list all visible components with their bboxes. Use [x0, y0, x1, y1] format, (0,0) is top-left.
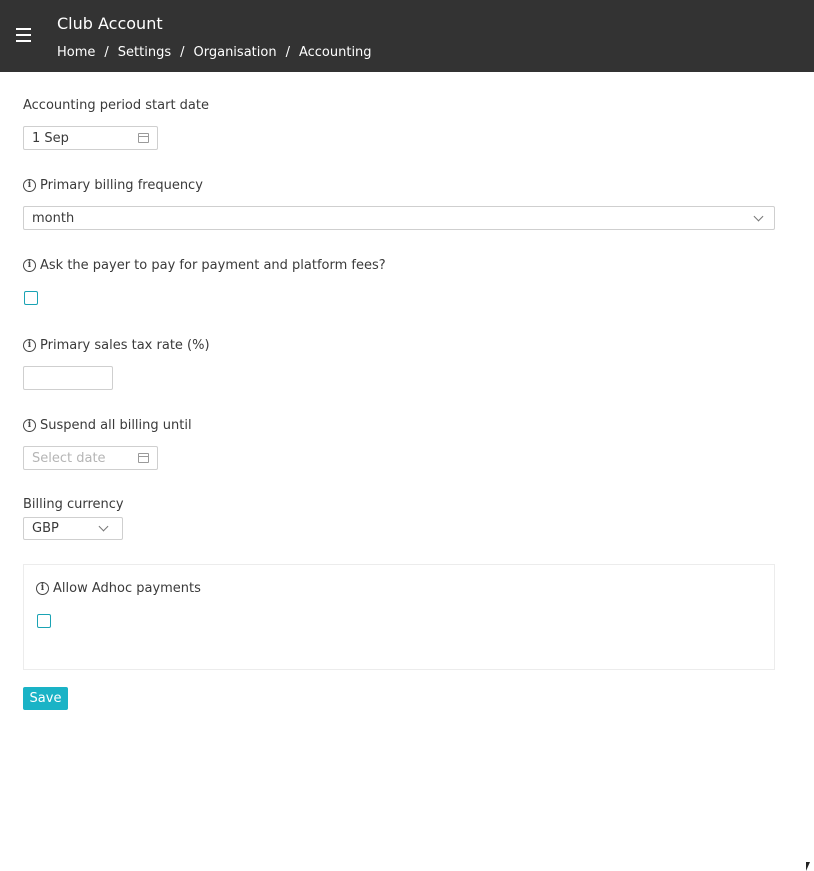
breadcrumb-separator: /: [104, 45, 109, 60]
payer-fees-label-text: Ask the payer to pay for payment and pla…: [40, 258, 386, 273]
period-start-value: 1 Sep: [32, 130, 69, 146]
info-icon[interactable]: i: [36, 582, 49, 595]
info-icon[interactable]: i: [23, 259, 36, 272]
breadcrumb-organisation[interactable]: Organisation: [194, 45, 277, 60]
currency-label: Billing currency: [23, 497, 124, 512]
save-button[interactable]: Save: [23, 687, 68, 710]
payer-fees-checkbox[interactable]: [24, 291, 38, 305]
billing-frequency-select[interactable]: month: [23, 206, 775, 230]
adhoc-payments-checkbox[interactable]: [37, 614, 51, 628]
payer-fees-label: i Ask the payer to pay for payment and p…: [23, 258, 386, 273]
adhoc-label-text: Allow Adhoc payments: [53, 581, 201, 596]
suspend-billing-label: i Suspend all billing until: [23, 418, 192, 433]
breadcrumb-separator: /: [180, 45, 185, 60]
app-header: Club Account Home / Settings / Organisation /…: [0, 0, 814, 72]
chevron-down-icon: [753, 211, 764, 222]
sales-tax-input[interactable]: [23, 366, 113, 390]
hamburger-menu-icon[interactable]: [16, 28, 32, 42]
currency-value: GBP: [32, 521, 59, 536]
mouse-cursor-icon: [806, 862, 810, 871]
adhoc-payments-panel: i Allow Adhoc payments: [23, 564, 775, 670]
billing-frequency-label-text: Primary billing frequency: [40, 178, 203, 193]
breadcrumb-settings[interactable]: Settings: [118, 45, 171, 60]
suspend-billing-placeholder: Select date: [32, 450, 106, 466]
billing-frequency-label: i Primary billing frequency: [23, 178, 203, 193]
calendar-icon[interactable]: [138, 453, 149, 463]
sales-tax-label-text: Primary sales tax rate (%): [40, 338, 210, 353]
currency-select[interactable]: GBP: [23, 517, 123, 540]
period-start-label: Accounting period start date: [23, 98, 209, 113]
info-icon[interactable]: i: [23, 419, 36, 432]
suspend-billing-label-text: Suspend all billing until: [40, 418, 192, 433]
chevron-down-icon: [98, 521, 109, 532]
currency-label-text: Billing currency: [23, 497, 124, 512]
suspend-billing-date-field[interactable]: Select date: [23, 446, 158, 470]
breadcrumb-accounting: Accounting: [298, 45, 372, 60]
info-icon[interactable]: i: [23, 179, 36, 192]
period-start-date-field[interactable]: 1 Sep: [23, 126, 158, 150]
period-start-label-text: Accounting period start date: [23, 98, 209, 113]
sales-tax-label: i Primary sales tax rate (%): [23, 338, 210, 353]
billing-frequency-value: month: [32, 210, 75, 226]
breadcrumb-home[interactable]: Home: [57, 45, 95, 60]
breadcrumb-separator: /: [285, 45, 290, 60]
breadcrumb: Home / Settings / Organisation / Accounting: [57, 45, 372, 60]
info-icon[interactable]: i: [23, 339, 36, 352]
adhoc-label: i Allow Adhoc payments: [36, 581, 201, 596]
calendar-icon[interactable]: [138, 133, 149, 143]
page-title: Club Account: [57, 14, 163, 33]
